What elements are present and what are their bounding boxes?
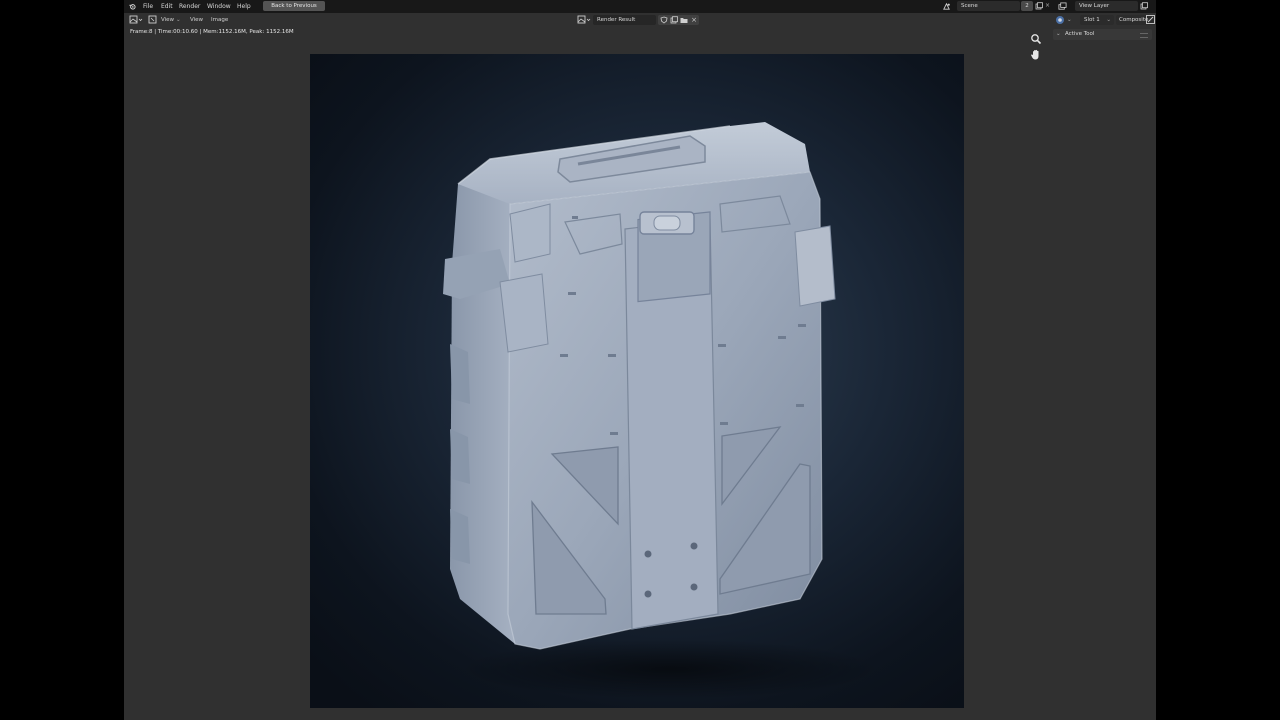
image-browse-icon[interactable] (577, 15, 592, 25)
rendered-case-illustration (443, 122, 880, 699)
scene-users-count: 2 (1021, 1, 1033, 11)
open-folder-icon[interactable] (680, 16, 688, 24)
slot-chevron-icon: ⌄ (1106, 17, 1111, 23)
duplicate-view-layer-icon[interactable] (1140, 2, 1148, 10)
menu-file[interactable]: File (143, 3, 153, 10)
render-status-text: Frame:8 | Time:00:10.60 | Mem:1152.16M, … (130, 29, 294, 35)
menu-window[interactable]: Window (207, 3, 231, 10)
menu-view[interactable]: View (190, 17, 203, 24)
scene-icon[interactable] (942, 2, 951, 11)
hand-pan-icon[interactable] (1030, 49, 1042, 61)
view-layer-field[interactable]: View Layer (1075, 1, 1138, 11)
blender-logo-icon[interactable] (129, 3, 136, 10)
active-tool-panel-header[interactable]: ⌄ Active Tool (1053, 29, 1152, 40)
slot-row: ⌄ Slot 1 ⌄ Composite ⌄ (1049, 13, 1156, 27)
menu-view-mode[interactable]: View (161, 17, 174, 24)
image-editor-icon[interactable] (129, 15, 144, 25)
zoom-icon[interactable] (1030, 33, 1042, 45)
image-editor-header: View ⌄ View Image Render Result × (124, 13, 1049, 27)
image-name-field[interactable]: Render Result (593, 15, 656, 25)
menu-render[interactable]: Render (179, 3, 200, 10)
fake-user-shield-icon[interactable] (660, 16, 668, 24)
view-layer-icon[interactable] (1058, 2, 1067, 11)
scene-name-field[interactable]: Scene (957, 1, 1020, 11)
pass-label: Composite (1119, 17, 1149, 23)
unlink-image-icon[interactable]: × (690, 15, 698, 25)
close-scene-icon[interactable]: × (1045, 2, 1052, 10)
sidebar-toggle-icon[interactable] (1146, 15, 1155, 24)
image-datablock-buttons: × (658, 15, 699, 25)
panel-drag-handle-icon[interactable] (1140, 33, 1148, 38)
view-mode-icon[interactable] (148, 15, 158, 25)
view-mode-chevron-icon[interactable]: ⌄ (176, 17, 181, 24)
duplicate-scene-icon[interactable] (1035, 2, 1043, 10)
slot-label: Slot 1 (1084, 17, 1100, 23)
blender-window: File Edit Render Window Help Back to Pre… (124, 0, 1156, 720)
active-tool-title: Active Tool (1065, 31, 1095, 37)
slot-icon-chevron-icon[interactable]: ⌄ (1067, 17, 1072, 23)
top-menu-bar: File Edit Render Window Help Back to Pre… (124, 0, 1156, 13)
render-slot-icon[interactable] (1055, 15, 1065, 25)
render-result-image[interactable] (310, 54, 964, 708)
panel-collapse-chevron-icon[interactable]: ⌄ (1056, 29, 1061, 40)
sidebar-panel: ⌄ Slot 1 ⌄ Composite ⌄ ⌄ Active Tool (1049, 13, 1156, 720)
menu-image[interactable]: Image (211, 17, 228, 24)
menu-edit[interactable]: Edit (161, 3, 173, 10)
back-to-previous-button[interactable]: Back to Previous (263, 1, 325, 11)
slot-dropdown[interactable]: Slot 1 ⌄ (1080, 15, 1114, 25)
menu-help[interactable]: Help (237, 3, 251, 10)
new-image-icon[interactable] (670, 16, 678, 24)
